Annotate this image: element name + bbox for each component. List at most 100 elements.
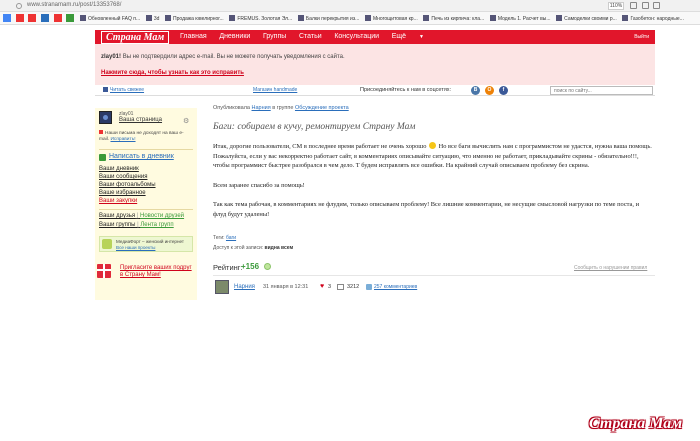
sidebar-item-groups: Ваши группы | Лента групп [99, 222, 174, 228]
bookmark-2[interactable]: Продажа ювелирног... [165, 15, 224, 22]
bookmark-9[interactable]: Газобетон: народные... [622, 15, 684, 22]
email-warning-banner: zlay01! Вы не подтвердили адрес e-mail. … [95, 44, 655, 86]
post-divider [213, 275, 655, 276]
views-icon [337, 284, 344, 290]
post-paragraph: Всем заранее спасибо за помощь! [213, 181, 305, 189]
logout-link[interactable]: Выйти [634, 34, 649, 40]
friends-news-link[interactable]: Новости друзей [140, 213, 184, 219]
groups-feed-link[interactable]: Лента групп [140, 222, 173, 228]
bookmark-1[interactable]: 3d [145, 15, 159, 22]
menu-icon[interactable] [653, 2, 661, 9]
warning-text: zlay01! Вы не подтвердили адрес e-mail. … [101, 54, 345, 60]
post-access: Доступ к этой записи: видна всем [213, 245, 294, 251]
url-text[interactable]: www.stranamam.ru/post/13353768/ [27, 2, 121, 8]
nav-diaries[interactable]: Дневники [219, 33, 250, 40]
read-fresh-link[interactable]: Читать свежее [103, 87, 144, 93]
nav-home[interactable]: Главная [180, 33, 207, 40]
sidebar-item-favorites[interactable]: Ваше избранное [99, 190, 146, 196]
nav-consultations[interactable]: Консультации [334, 33, 379, 40]
alert-icon [99, 130, 103, 134]
comments-link[interactable]: 257 комментариев [374, 284, 417, 290]
avatar[interactable] [215, 280, 229, 294]
bookmark-0[interactable]: Обновленный FAQ п... [80, 15, 140, 22]
upvote-button[interactable] [264, 263, 271, 270]
email-fix-link[interactable]: Исправить! [110, 137, 135, 142]
access-value: видна всем [264, 245, 294, 251]
report-violation-link[interactable]: Сообщить о нарушении правил [574, 265, 647, 271]
apps-icon[interactable] [3, 14, 11, 22]
sidebar-item-diary[interactable]: Ваши дневник [99, 166, 139, 172]
mediafort-title: МедиаФорт – женский интернет [116, 239, 185, 244]
mediafort-logo-icon [102, 239, 112, 249]
mediafort-banner[interactable]: МедиаФорт – женский интернет Все наши пр… [99, 236, 193, 252]
mediafort-projects-link[interactable]: Все наши проекты [116, 245, 155, 250]
sidebar-item-purchases[interactable]: Ваши закупки [99, 198, 137, 204]
avatar[interactable] [99, 111, 112, 124]
bookmark-7[interactable]: Модель 1. Расчет вы... [489, 15, 551, 22]
invite-friends-link[interactable]: Пригласите ваших подруг в Страну Мам! [120, 265, 192, 279]
bookmark-red-icon[interactable] [28, 14, 37, 22]
odnoklassniki-icon[interactable]: О [485, 86, 494, 95]
sidebar-email-warning: Наши письма не доходят на ваш e-mail. Ис… [99, 130, 184, 142]
bookmark-blue-icon[interactable] [41, 14, 50, 22]
post-paragraph: Итак, дорогие пользователи, СМ в последн… [213, 142, 652, 170]
post-date: 31 января в 12:31 [263, 284, 309, 290]
site-toolbar: Читать свежее Магазин handmade Присоедин… [95, 85, 655, 96]
friends-link[interactable]: Ваши друзья [99, 213, 135, 219]
join-social-label: Присоединяйтесь к нам в соцсетях: [360, 87, 452, 93]
author-link[interactable]: Нарния [234, 284, 255, 290]
user-sidebar: zlay01 Ваша страница ⚙ Наши письма не до… [95, 108, 197, 300]
download-icon[interactable] [641, 2, 649, 9]
bookmarks-bar: Обновленный FAQ п... 3d Продажа ювелирно… [0, 12, 700, 25]
sidebar-item-friends: Ваши друзья | Новости друзей [99, 213, 185, 219]
bookmark-8[interactable]: Самоделки своими р... [556, 15, 617, 22]
bookmark-4[interactable]: Балки перекрытия из... [297, 15, 359, 22]
handmade-shop-link[interactable]: Магазин handmade [253, 87, 297, 93]
post-tags: Теги: баги [213, 235, 237, 241]
page-info-icon[interactable] [16, 3, 22, 9]
bookmark-star-icon[interactable] [630, 2, 637, 9]
views-count: 3212 [347, 284, 360, 290]
sidebar-item-albums[interactable]: Ваши фотоальбомы [99, 182, 156, 188]
nav-groups[interactable]: Группы [263, 33, 286, 40]
post-meta: Опубликовала Нарния в группе Обсуждение … [213, 105, 349, 111]
sidebar-divider [99, 209, 193, 210]
bookmark-3[interactable]: FREMUS. Золотая Эл... [229, 15, 292, 22]
site-search-input[interactable] [550, 86, 653, 95]
heart-icon[interactable]: ♥ [320, 283, 324, 290]
comments-icon [366, 284, 372, 290]
bookmark-5[interactable]: Многощитовая кр... [364, 15, 418, 22]
site-header: Страна Мам Главная Дневники Группы Стать… [95, 30, 655, 44]
write-diary-link[interactable]: Написать в дневник [109, 153, 174, 160]
gear-icon[interactable]: ⚙ [183, 117, 189, 125]
news-icon [103, 87, 108, 92]
gift-icon [97, 264, 111, 278]
sidebar-item-messages[interactable]: Ваши сообщения [99, 174, 147, 180]
post-title: Баги: собираем в кучу, ремонтируем Стран… [213, 122, 416, 132]
post-paragraph: Так как тема рабочая, в комментариях не … [213, 201, 640, 218]
sidebar-divider [99, 149, 193, 150]
warning-user: zlay01! [101, 54, 122, 60]
watermark-logo: Страна Мам [589, 415, 683, 432]
smiley-icon [429, 142, 437, 149]
zoom-level[interactable]: 110% [608, 2, 624, 10]
nav-articles[interactable]: Статьи [299, 33, 322, 40]
my-page-link[interactable]: Ваша страница [119, 117, 162, 123]
youtube-icon[interactable] [15, 14, 24, 22]
bookmark-green-icon[interactable] [66, 14, 75, 22]
groups-link[interactable]: Ваши группы [99, 222, 135, 228]
warning-fix-link[interactable]: Нажмите сюда, чтобы узнать как это испра… [101, 70, 244, 76]
post-body: Итак, дорогие пользователи, СМ в последн… [213, 142, 653, 230]
vk-icon[interactable]: В [471, 86, 480, 95]
rating-label: Рейтинг: [213, 263, 243, 272]
nav-more[interactable]: Ещё ▼ [392, 33, 435, 40]
pencil-icon [99, 154, 106, 161]
bookmark-6[interactable]: Печь из кирпича: кла... [423, 15, 484, 22]
site-logo[interactable]: Страна Мам [101, 31, 170, 44]
bookmark-red2-icon[interactable] [53, 14, 62, 22]
post-author-link[interactable]: Нарния [252, 105, 271, 111]
main-nav: Главная Дневники Группы Статьи Консульта… [180, 33, 446, 40]
facebook-icon[interactable]: f [499, 86, 508, 95]
post-group-link[interactable]: Обсуждение проекта [295, 105, 349, 111]
tag-link[interactable]: баги [226, 235, 236, 241]
